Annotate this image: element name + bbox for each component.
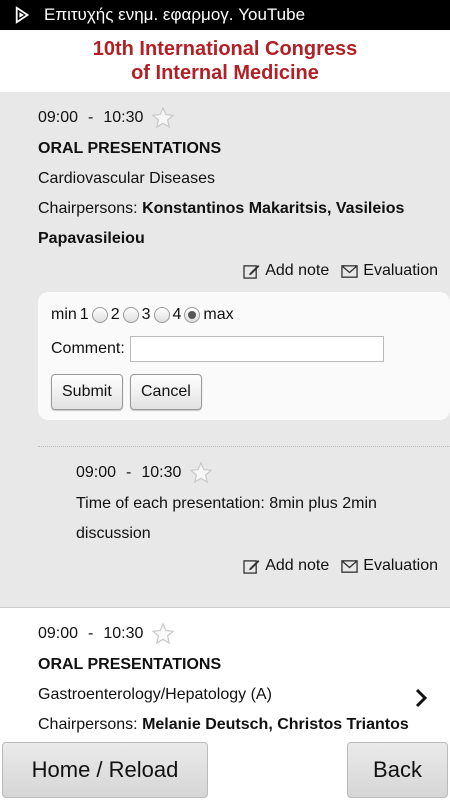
favorite-star-icon[interactable] — [151, 622, 175, 646]
chair-names: Melanie Deutsch, Christos Triantos — [142, 716, 409, 733]
sub-end-time: 10:30 — [141, 464, 182, 481]
rating-radio-3[interactable] — [153, 307, 170, 323]
divider — [38, 446, 450, 447]
chair-label: Chairpersons: — [38, 716, 138, 733]
evaluation-button[interactable]: Evaluation — [341, 262, 438, 280]
favorite-star-icon[interactable] — [151, 106, 175, 130]
session-time: 09:00 - 10:30 — [38, 622, 175, 646]
rating-radio-1[interactable] — [91, 307, 108, 323]
comment-row: Comment: — [51, 336, 384, 362]
chair-label: Chairpersons: — [38, 200, 138, 217]
status-text: Επιτυχής ενημ. εφαρμογ. YouTube — [44, 5, 306, 24]
session-type: ORAL PRESENTATIONS — [38, 656, 222, 673]
home-reload-button[interactable]: Home / Reload — [2, 742, 208, 798]
rating-min-label: min — [51, 306, 77, 323]
sub-start-time: 09:00 — [76, 464, 117, 481]
status-bar: Επιτυχής ενημ. εφαρμογ. YouTube — [0, 0, 450, 30]
session-card-gastro[interactable]: 09:00 - 10:30 ORAL PRESENTATIONS Gastroe… — [0, 607, 450, 740]
time-separator: - — [88, 625, 94, 642]
end-time: 10:30 — [103, 625, 144, 642]
sub-item-desc-cont: discussion — [76, 525, 151, 542]
rating-option-4-label: 4 — [172, 306, 182, 323]
evaluation-label: Evaluation — [363, 262, 438, 279]
evaluation-button[interactable]: Evaluation — [341, 557, 438, 575]
page-title-line1: 10th International Congress — [92, 38, 358, 60]
edit-icon — [243, 559, 260, 574]
envelope-icon — [341, 264, 358, 278]
add-note-label: Add note — [265, 557, 330, 574]
favorite-star-icon[interactable] — [189, 461, 213, 485]
end-time: 10:30 — [103, 109, 144, 126]
session-actions: Add note Evaluation — [231, 262, 438, 280]
cancel-button[interactable]: Cancel — [130, 374, 202, 410]
envelope-icon — [341, 559, 358, 573]
session-time: 09:00 - 10:30 — [38, 106, 175, 130]
rating-max-label: max — [203, 306, 234, 323]
app-notification-icon — [15, 6, 30, 24]
sub-item-actions: Add note Evaluation — [231, 557, 438, 575]
comment-input[interactable] — [129, 336, 384, 362]
session-type: ORAL PRESENTATIONS — [38, 140, 222, 157]
session-card-cardiovascular[interactable]: 09:00 - 10:30 ORAL PRESENTATIONS Cardiov… — [0, 92, 450, 607]
add-note-button[interactable]: Add note — [243, 557, 329, 575]
rating-radio-2[interactable] — [122, 307, 139, 323]
rating-scale: min 1 2 3 4 max — [51, 306, 234, 324]
add-note-button[interactable]: Add note — [243, 262, 329, 280]
evaluation-form: min 1 2 3 4 max Comment: Submit Cancel — [38, 292, 450, 420]
rating-option-1-label: 1 — [79, 306, 89, 323]
session-chairs: Chairpersons: Melanie Deutsch, Christos … — [38, 716, 409, 734]
chair-names-cont: Papavasileiou — [38, 230, 145, 247]
start-time: 09:00 — [38, 625, 79, 642]
app-header: 10th International Congress of Internal … — [0, 30, 450, 93]
sub-time-separator: - — [126, 464, 132, 481]
session-topic: Cardiovascular Diseases — [38, 170, 215, 187]
session-chairs: Chairpersons: Konstantinos Makaritsis, V… — [38, 200, 404, 218]
start-time: 09:00 — [38, 109, 79, 126]
session-topic: Gastroenterology/Hepatology (A) — [38, 686, 272, 703]
evaluation-label: Evaluation — [363, 557, 438, 574]
edit-icon — [243, 264, 260, 279]
rating-option-3-label: 3 — [141, 306, 151, 323]
sub-item-time: 09:00 - 10:30 — [76, 461, 213, 485]
back-button[interactable]: Back — [347, 742, 448, 798]
time-separator: - — [88, 109, 94, 126]
rating-radio-max[interactable] — [184, 307, 201, 323]
submit-button[interactable]: Submit — [51, 374, 123, 410]
page-title-line2: of Internal Medicine — [131, 62, 319, 84]
footer-bar: Home / Reload Back — [0, 740, 450, 800]
comment-label: Comment: — [51, 340, 125, 357]
rating-option-2-label: 2 — [110, 306, 120, 323]
schedule-list[interactable]: 09:00 - 10:30 ORAL PRESENTATIONS Cardiov… — [0, 92, 450, 740]
chevron-right-icon[interactable] — [414, 688, 428, 708]
chair-names: Konstantinos Makaritsis, Vasileios — [142, 200, 405, 217]
sub-item-desc: Time of each presentation: 8min plus 2mi… — [76, 495, 377, 512]
add-note-label: Add note — [265, 262, 330, 279]
